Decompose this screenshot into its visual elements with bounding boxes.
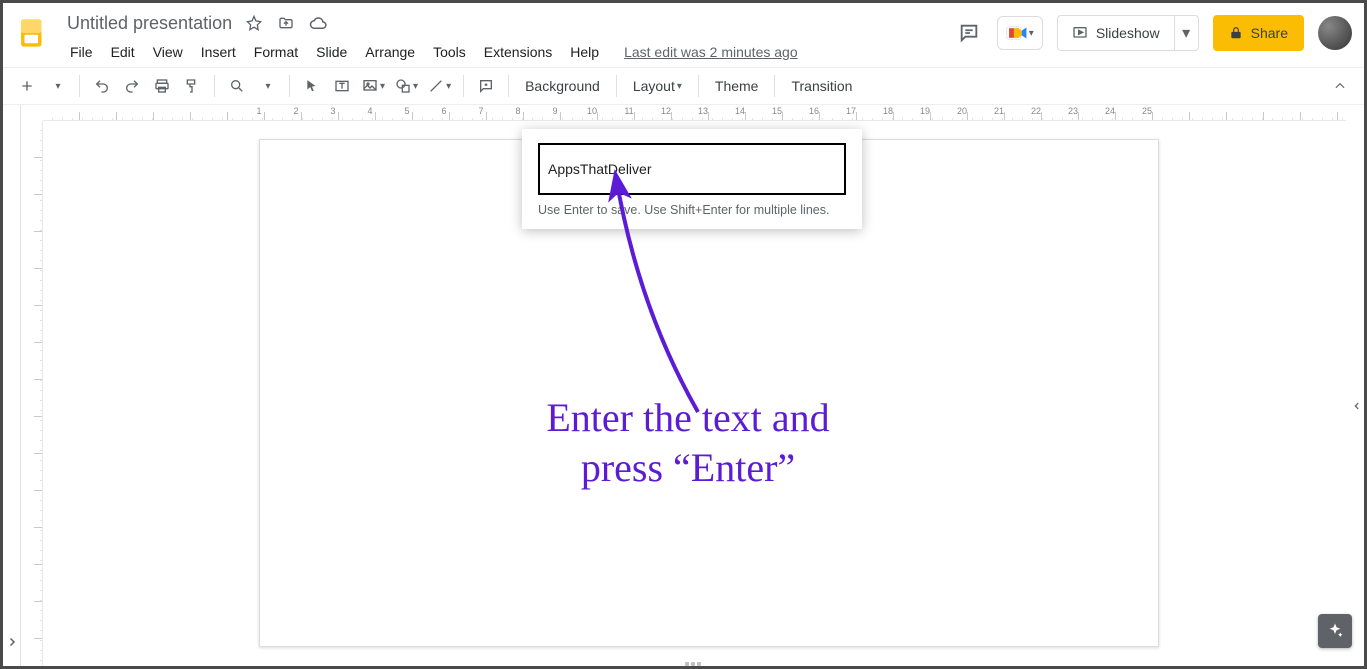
toolbar: Background Layout Theme Transition	[3, 67, 1364, 105]
menu-view[interactable]: View	[144, 40, 192, 64]
star-icon[interactable]	[244, 13, 264, 33]
menu-extensions[interactable]: Extensions	[475, 40, 561, 64]
ruler-tick-label: 4	[367, 106, 372, 116]
play-presentation-icon	[1072, 25, 1088, 41]
ruler-tick-label: 24	[1105, 106, 1115, 116]
zoom-button[interactable]	[223, 72, 251, 100]
wordart-hint: Use Enter to save. Use Shift+Enter for m…	[538, 203, 846, 217]
print-button[interactable]	[148, 72, 176, 100]
menu-help[interactable]: Help	[561, 40, 608, 64]
menu-slide[interactable]: Slide	[307, 40, 356, 64]
select-tool[interactable]	[298, 72, 326, 100]
menu-format[interactable]: Format	[245, 40, 307, 64]
title-block: Untitled presentation File Edit View Ins…	[61, 9, 804, 67]
caret-down-icon: ▾	[1182, 23, 1190, 43]
menu-insert[interactable]: Insert	[192, 40, 245, 64]
ruler-tick-label: 6	[441, 106, 446, 116]
menu-tools[interactable]: Tools	[424, 40, 475, 64]
show-side-panel-button[interactable]	[1346, 596, 1360, 610]
undo-button[interactable]	[88, 72, 116, 100]
ruler-tick-label: 22	[1031, 106, 1041, 116]
account-avatar[interactable]	[1318, 16, 1352, 50]
ruler-tick-label: 13	[698, 106, 708, 116]
ruler-tick-label: 20	[957, 106, 967, 116]
ruler-tick-label: 23	[1068, 106, 1078, 116]
comment-tool[interactable]	[472, 72, 500, 100]
wordart-input[interactable]	[538, 143, 846, 195]
ruler-tick-label: 21	[994, 106, 1004, 116]
menu-arrange[interactable]: Arrange	[356, 40, 424, 64]
image-tool[interactable]	[358, 72, 389, 100]
zoom-dropdown[interactable]	[253, 72, 281, 100]
app-logo[interactable]	[13, 13, 53, 53]
vertical-ruler[interactable]	[21, 121, 43, 666]
slideshow-dropdown[interactable]: ▾	[1174, 16, 1198, 50]
cloud-status-icon[interactable]	[308, 13, 328, 33]
last-edit-link[interactable]: Last edit was 2 minutes ago	[618, 40, 804, 64]
meet-button[interactable]: ▾	[997, 16, 1043, 50]
side-panel-handle[interactable]	[1350, 386, 1364, 426]
share-label: Share	[1251, 25, 1288, 41]
share-button[interactable]: Share	[1213, 15, 1304, 51]
layout-dropdown[interactable]: Layout	[625, 72, 690, 100]
move-to-drive-icon[interactable]	[276, 13, 296, 33]
caret-down-icon: ▾	[1029, 28, 1034, 39]
shape-tool[interactable]	[391, 72, 422, 100]
ruler-tick-label: 15	[772, 106, 782, 116]
ruler-tick-label: 25	[1142, 106, 1152, 116]
explore-button[interactable]	[1318, 614, 1352, 648]
ruler-tick-label: 9	[552, 106, 557, 116]
ruler-tick-label: 17	[846, 106, 856, 116]
ruler-tick-label: 16	[809, 106, 819, 116]
ruler-tick-label: 18	[883, 106, 893, 116]
horizontal-ruler[interactable]: 1234567891011121314151617181920212223242…	[43, 105, 1346, 121]
ruler-tick-label: 3	[330, 106, 335, 116]
filmstrip-expand-handle[interactable]	[3, 105, 21, 666]
slideshow-button[interactable]: Slideshow	[1058, 16, 1174, 50]
document-title[interactable]: Untitled presentation	[61, 13, 238, 34]
slideshow-label: Slideshow	[1096, 25, 1160, 41]
ruler-tick-label: 19	[920, 106, 930, 116]
slideshow-button-group: Slideshow ▾	[1057, 15, 1199, 51]
wordart-popup: Use Enter to save. Use Shift+Enter for m…	[522, 129, 862, 229]
redo-button[interactable]	[118, 72, 146, 100]
ruler-tick-label: 11	[624, 106, 633, 116]
new-slide-dropdown[interactable]	[43, 72, 71, 100]
background-button[interactable]: Background	[517, 72, 608, 100]
speaker-notes-handle[interactable]	[685, 662, 701, 666]
theme-button[interactable]: Theme	[707, 72, 767, 100]
ruler-tick-label: 1	[256, 106, 261, 116]
ruler-tick-label: 5	[404, 106, 409, 116]
textbox-tool[interactable]	[328, 72, 356, 100]
menu-bar: File Edit View Insert Format Slide Arran…	[61, 37, 804, 67]
ruler-tick-label: 14	[735, 106, 745, 116]
menu-edit[interactable]: Edit	[102, 40, 144, 64]
ruler-tick-label: 12	[661, 106, 671, 116]
line-tool[interactable]	[424, 72, 455, 100]
menu-file[interactable]: File	[61, 40, 102, 64]
transition-button[interactable]: Transition	[783, 72, 860, 100]
ruler-tick-label: 7	[478, 106, 483, 116]
ruler-tick-label: 8	[515, 106, 520, 116]
collapse-toolbar-button[interactable]	[1326, 72, 1354, 100]
new-slide-button[interactable]	[13, 72, 41, 100]
title-bar-right: ▾ Slideshow ▾ Share	[955, 9, 1352, 51]
ruler-tick-label: 2	[293, 106, 298, 116]
comments-icon[interactable]	[955, 19, 983, 47]
paint-format-button[interactable]	[178, 72, 206, 100]
ruler-tick-label: 10	[587, 106, 597, 116]
lock-icon	[1229, 26, 1243, 40]
title-bar: Untitled presentation File Edit View Ins…	[3, 3, 1364, 67]
